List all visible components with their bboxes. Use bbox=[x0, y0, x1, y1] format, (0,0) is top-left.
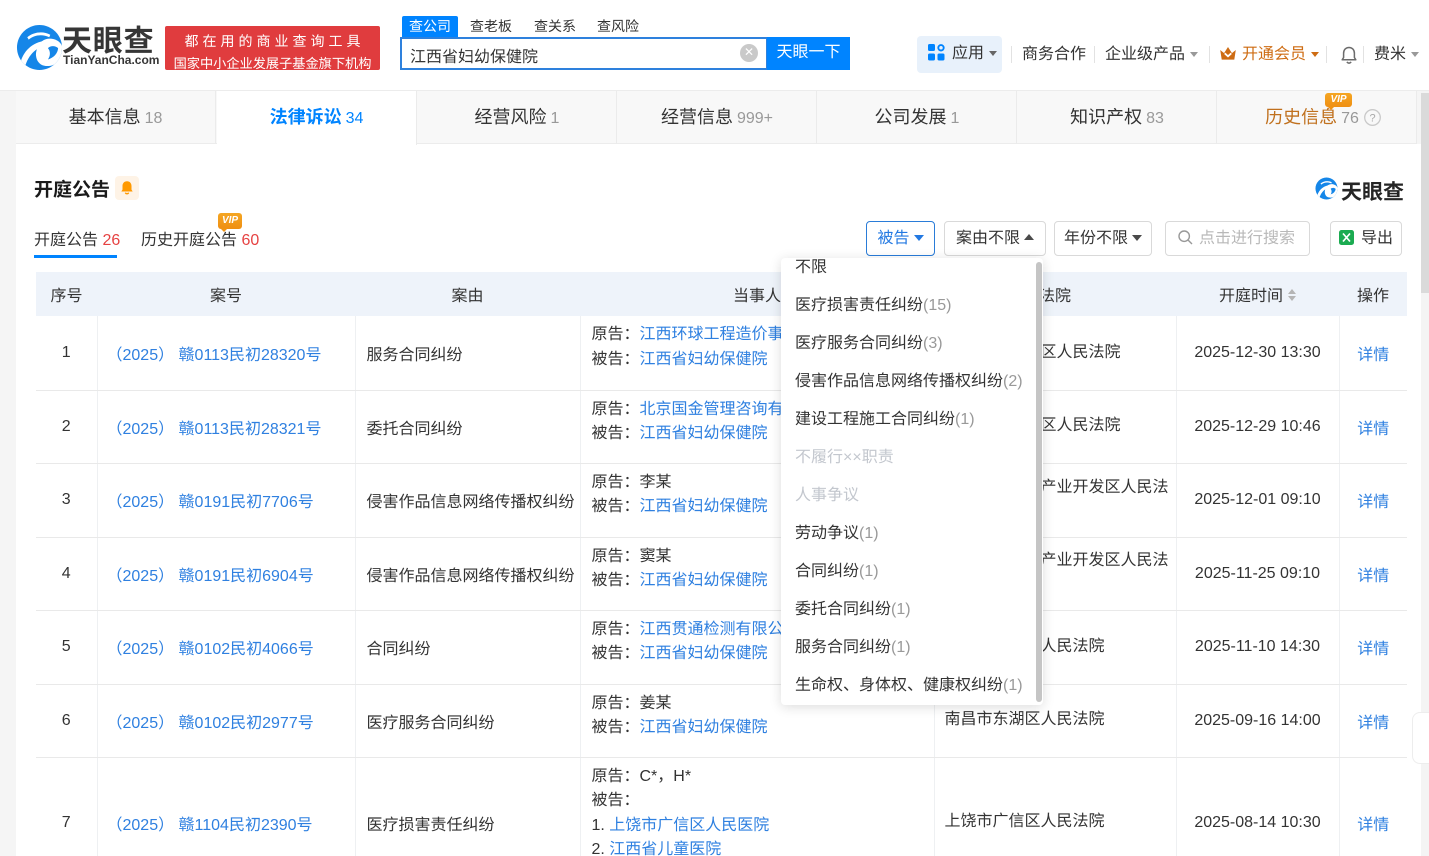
svg-text:?: ? bbox=[1369, 113, 1375, 125]
